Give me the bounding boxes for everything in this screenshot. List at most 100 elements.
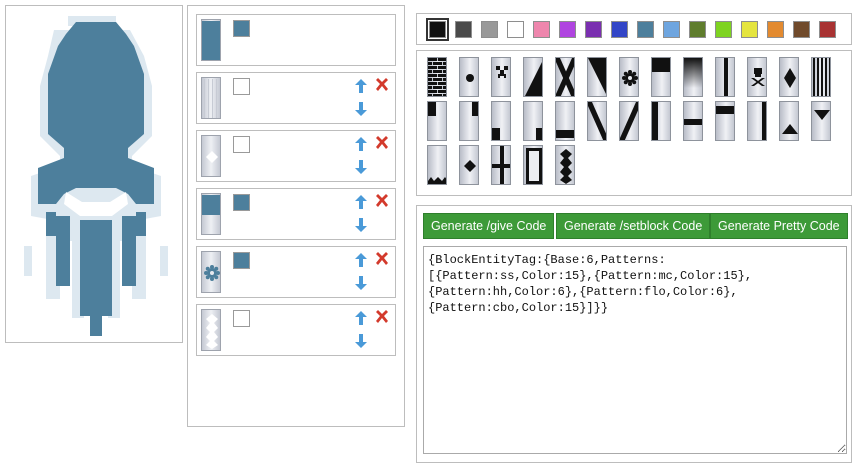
color-swatch[interactable] bbox=[533, 21, 550, 38]
diagonal-up-icon bbox=[620, 102, 638, 140]
pattern-option-creeper[interactable] bbox=[491, 57, 511, 97]
pattern-option-diagonal-down[interactable] bbox=[587, 101, 607, 141]
generate-setblock-code-button[interactable]: Generate /setblock Code bbox=[556, 213, 711, 239]
pattern-option-straight-cross[interactable] bbox=[491, 145, 511, 185]
pattern-option-mojang[interactable] bbox=[459, 145, 479, 185]
pattern-option-rhombus[interactable] bbox=[779, 57, 799, 97]
layer-row[interactable] bbox=[196, 72, 396, 124]
layer-row[interactable] bbox=[196, 14, 396, 66]
color-swatch[interactable] bbox=[426, 18, 449, 41]
pattern-option-curly-border[interactable] bbox=[555, 145, 575, 185]
mojang-icon bbox=[206, 151, 218, 163]
pattern-option-top-stripe[interactable] bbox=[715, 101, 735, 141]
pattern-option-triangles-bottom[interactable] bbox=[427, 145, 447, 185]
layer-row[interactable] bbox=[196, 246, 396, 298]
pattern-option-cross[interactable] bbox=[555, 57, 575, 97]
middle-stripe-icon bbox=[684, 119, 702, 125]
move-up-arrow-icon[interactable] bbox=[355, 195, 367, 209]
pattern-option-bottom-stripe[interactable] bbox=[555, 101, 575, 141]
pattern-option-flower[interactable] bbox=[619, 57, 639, 97]
diagonal-down-icon bbox=[588, 102, 606, 140]
color-swatch[interactable] bbox=[611, 21, 628, 38]
creeper-icon bbox=[496, 66, 508, 78]
circle-icon bbox=[466, 74, 474, 82]
color-swatch[interactable] bbox=[767, 21, 784, 38]
pattern-option-bricks[interactable] bbox=[427, 57, 447, 97]
color-swatch[interactable] bbox=[637, 21, 654, 38]
color-swatch[interactable] bbox=[481, 21, 498, 38]
pattern-option-gradient[interactable] bbox=[683, 57, 703, 97]
layer-pattern-thumbnail[interactable] bbox=[201, 309, 221, 351]
delete-layer-x-icon[interactable] bbox=[375, 136, 389, 150]
move-down-arrow-icon[interactable] bbox=[355, 276, 367, 290]
color-swatch[interactable] bbox=[793, 21, 810, 38]
color-swatch[interactable] bbox=[741, 21, 758, 38]
pattern-option-diagonal-up[interactable] bbox=[619, 101, 639, 141]
right-stripe-icon bbox=[762, 102, 766, 140]
move-down-arrow-icon[interactable] bbox=[355, 160, 367, 174]
stripe-small-icon bbox=[204, 79, 217, 118]
color-swatch[interactable] bbox=[819, 21, 836, 38]
pattern-option-vertical-stripe[interactable] bbox=[715, 57, 735, 97]
code-output-textarea[interactable]: {BlockEntityTag:{Base:6,Patterns: [{Patt… bbox=[423, 246, 847, 454]
pattern-option-triangle-top[interactable] bbox=[811, 101, 831, 141]
layer-row[interactable] bbox=[196, 304, 396, 356]
layer-color-swatch[interactable] bbox=[233, 20, 250, 37]
layer-color-swatch[interactable] bbox=[233, 194, 250, 211]
delete-layer-x-icon[interactable] bbox=[375, 252, 389, 266]
delete-layer-x-icon[interactable] bbox=[375, 310, 389, 324]
layer-row[interactable] bbox=[196, 130, 396, 182]
square-top-left-icon bbox=[428, 102, 436, 116]
pattern-option-square-top-left[interactable] bbox=[427, 101, 447, 141]
color-swatch[interactable] bbox=[585, 21, 602, 38]
layer-pattern-thumbnail[interactable] bbox=[201, 19, 221, 61]
layer-color-swatch[interactable] bbox=[233, 310, 250, 327]
generate-pretty-code-button[interactable]: Generate Pretty Code bbox=[710, 213, 848, 239]
color-swatch[interactable] bbox=[663, 21, 680, 38]
delete-layer-x-icon[interactable] bbox=[375, 194, 389, 208]
delete-layer-x-icon[interactable] bbox=[375, 78, 389, 92]
pattern-option-square-top-right[interactable] bbox=[459, 101, 479, 141]
layer-color-swatch[interactable] bbox=[233, 252, 250, 269]
color-palette bbox=[416, 13, 852, 45]
color-swatch[interactable] bbox=[559, 21, 576, 38]
layer-color-swatch[interactable] bbox=[233, 78, 250, 95]
color-swatch[interactable] bbox=[455, 21, 472, 38]
pattern-option-square-bottom-left[interactable] bbox=[491, 101, 511, 141]
diagonal-right-icon bbox=[525, 62, 542, 96]
move-up-arrow-icon[interactable] bbox=[355, 311, 367, 325]
bottom-stripe-icon bbox=[556, 130, 574, 138]
color-swatch[interactable] bbox=[689, 21, 706, 38]
pattern-option-diagonal-left[interactable] bbox=[587, 57, 607, 97]
pattern-option-circle[interactable] bbox=[459, 57, 479, 97]
move-up-arrow-icon[interactable] bbox=[355, 137, 367, 151]
pattern-option-middle-stripe[interactable] bbox=[683, 101, 703, 141]
move-up-arrow-icon[interactable] bbox=[355, 79, 367, 93]
pattern-option-left-stripe[interactable] bbox=[651, 101, 671, 141]
layer-pattern-thumbnail[interactable] bbox=[201, 193, 221, 235]
layer-color-swatch[interactable] bbox=[233, 136, 250, 153]
pattern-option-small-stripes[interactable] bbox=[811, 57, 831, 97]
pattern-option-triangle-bottom[interactable] bbox=[779, 101, 799, 141]
layer-row[interactable] bbox=[196, 188, 396, 240]
move-down-arrow-icon[interactable] bbox=[355, 218, 367, 232]
diagonal-left-icon bbox=[588, 58, 606, 94]
pattern-option-border[interactable] bbox=[523, 145, 543, 185]
squid-banner-preview bbox=[16, 16, 176, 336]
pattern-option-skull[interactable] bbox=[747, 57, 767, 97]
vertical-stripe-icon bbox=[724, 58, 728, 96]
move-up-arrow-icon[interactable] bbox=[355, 253, 367, 267]
pattern-option-square-bottom-right[interactable] bbox=[523, 101, 543, 141]
color-swatch[interactable] bbox=[507, 21, 524, 38]
square-bottom-right-icon bbox=[536, 128, 542, 140]
pattern-option-right-stripe[interactable] bbox=[747, 101, 767, 141]
generate-give-code-button[interactable]: Generate /give Code bbox=[423, 213, 555, 239]
move-down-arrow-icon[interactable] bbox=[355, 102, 367, 116]
layer-pattern-thumbnail[interactable] bbox=[201, 77, 221, 119]
layer-pattern-thumbnail[interactable] bbox=[201, 135, 221, 177]
pattern-option-top-square[interactable] bbox=[651, 57, 671, 97]
color-swatch[interactable] bbox=[715, 21, 732, 38]
layer-pattern-thumbnail[interactable] bbox=[201, 251, 221, 293]
move-down-arrow-icon[interactable] bbox=[355, 334, 367, 348]
pattern-option-diagonal-right[interactable] bbox=[523, 57, 543, 97]
